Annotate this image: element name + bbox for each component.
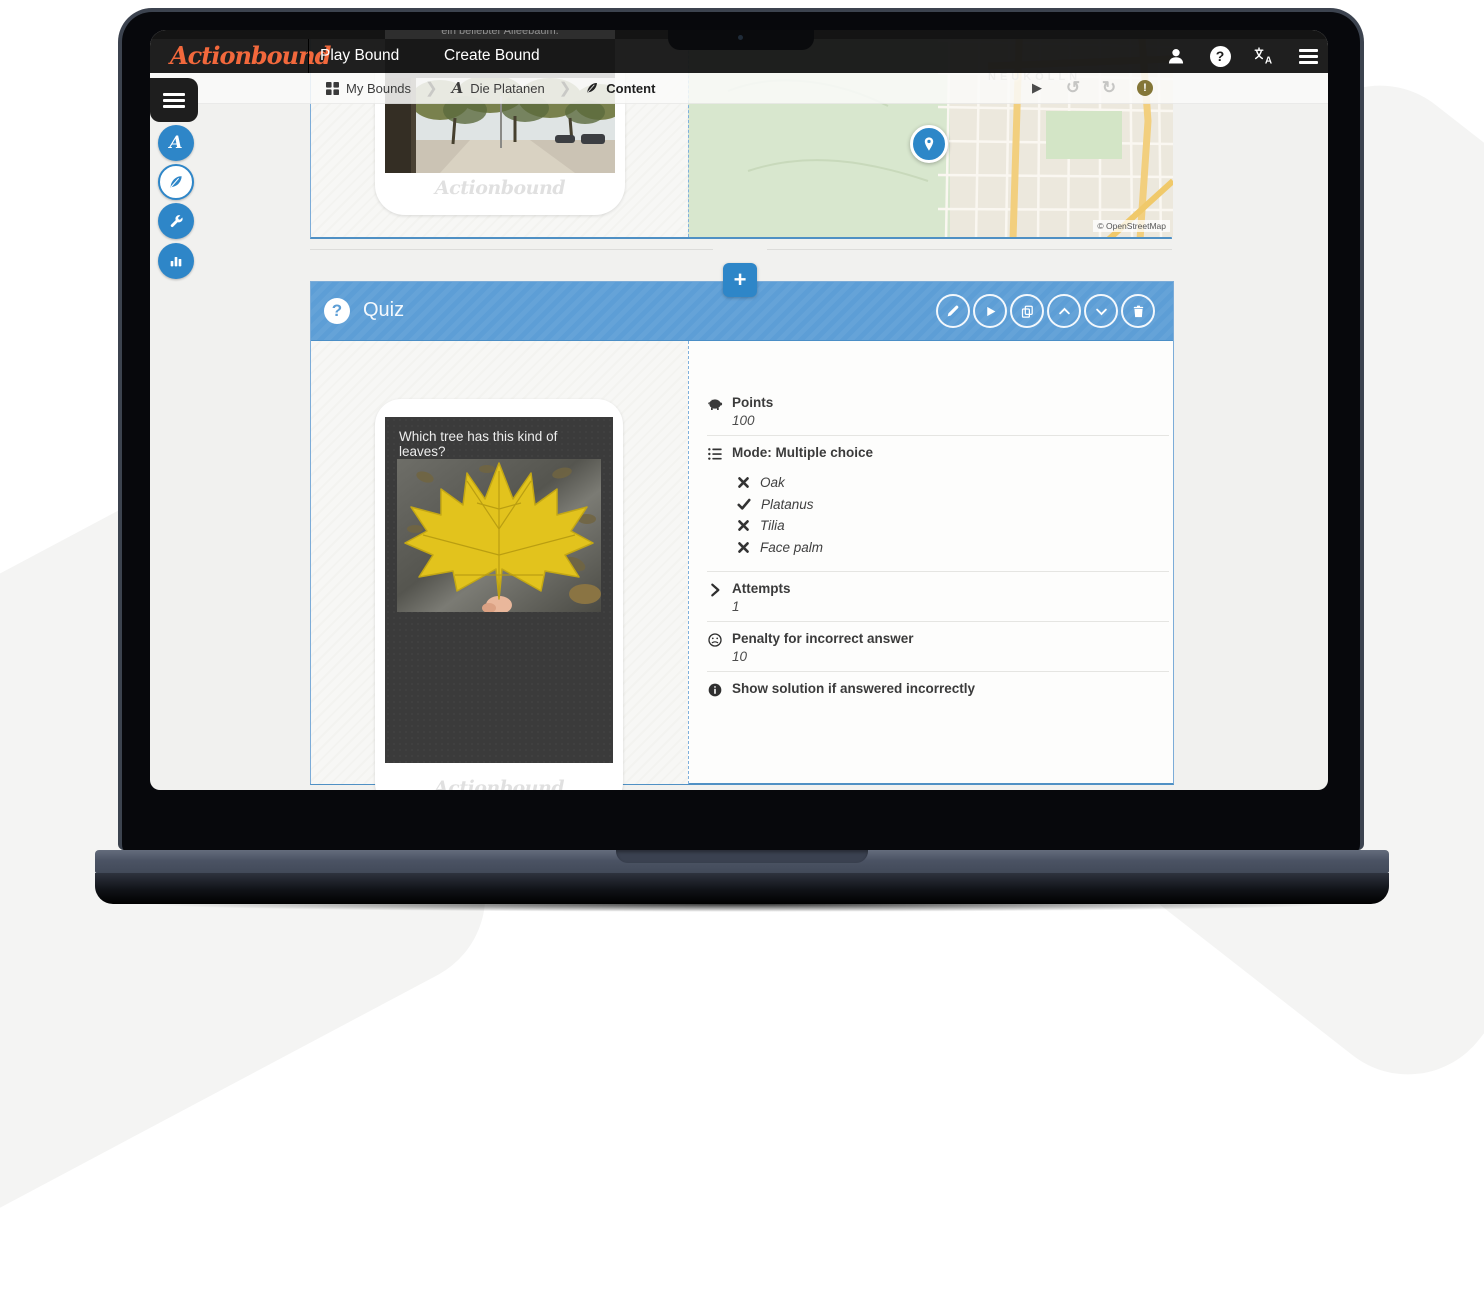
quiz-type-icon: ? (324, 298, 350, 324)
feather-icon (168, 174, 184, 190)
nav-create-bound[interactable]: Create Bound (430, 39, 554, 73)
undo-button[interactable]: ↺ (1061, 76, 1085, 100)
edit-button[interactable] (936, 294, 970, 328)
piggy-bank-icon (707, 396, 723, 412)
play-icon (984, 305, 997, 318)
quiz-element-card: ? Quiz (310, 281, 1174, 785)
breadcrumb-separator: ❯ (559, 79, 572, 97)
answer-option: Oak (737, 472, 1169, 494)
info-circle-icon (707, 682, 723, 698)
menu-icon[interactable] (1296, 44, 1320, 68)
sidebar-results-button[interactable] (158, 243, 194, 279)
duplicate-button[interactable] (1010, 294, 1044, 328)
sidebar-content-button[interactable] (158, 164, 194, 200)
chevron-down-icon (1094, 304, 1109, 319)
previous-element-peek: ein beliebter Alleebaum. (385, 30, 615, 39)
move-up-button[interactable] (1047, 294, 1081, 328)
laptop-base (95, 850, 1389, 873)
chevron-right-icon (707, 582, 723, 598)
info-button[interactable]: ! (1133, 76, 1157, 100)
user-icon[interactable] (1164, 44, 1188, 68)
nav-play-bound[interactable]: Play Bound (306, 39, 413, 73)
wrench-icon (168, 213, 184, 229)
menu-icon (163, 93, 185, 108)
help-icon[interactable]: ? (1208, 44, 1232, 68)
actionbound-watermark: Actionbound (375, 177, 625, 199)
map-attribution: © OpenStreetMap (1093, 220, 1170, 232)
penalty-label: Penalty for incorrect answer (732, 631, 1169, 646)
attempts-row: Attempts 1 (707, 572, 1169, 622)
cross-icon (737, 476, 750, 489)
bound-icon: A (169, 133, 182, 153)
webcam-notch (668, 30, 814, 50)
bar-chart-icon (168, 253, 184, 269)
quiz-settings-pane: Points 100 Mode: Multiple choice Oak Pla… (707, 386, 1169, 703)
solution-label: Show solution if answered incorrectly (732, 681, 1169, 696)
quiz-title: Quiz (363, 299, 404, 322)
quiz-question-text: Which tree has this kind of leaves? (399, 429, 599, 459)
points-value: 100 (732, 413, 1169, 428)
quiz-preview-pane: Which tree has this kind of leaves? (311, 341, 688, 784)
mode-label: Mode: Multiple choice (732, 445, 1169, 460)
phone-screen: Which tree has this kind of leaves? (385, 417, 613, 763)
answer-option: Face palm (737, 537, 1169, 559)
bound-icon: A (452, 79, 464, 97)
add-element-button[interactable]: + (723, 263, 757, 297)
webcam-icon (738, 35, 743, 40)
answer-option: Tilia (737, 515, 1169, 537)
redo-button[interactable]: ↻ (1097, 76, 1121, 100)
sidebar-bound-button[interactable]: A (158, 125, 194, 161)
laptop-base-bottom (95, 873, 1389, 904)
check-icon (737, 497, 751, 511)
feather-icon (585, 81, 599, 95)
penalty-value: 10 (732, 649, 1169, 664)
breadcrumb-separator: ❯ (425, 79, 438, 97)
preview-button[interactable] (973, 294, 1007, 328)
mode-row: Mode: Multiple choice Oak Platanus Tilia (707, 436, 1169, 572)
copy-icon (1020, 304, 1035, 319)
app-screen: ein beliebter Alleebaum. Actionbound Pla… (150, 30, 1328, 790)
svg-text:A: A (1265, 56, 1272, 67)
test-play-button[interactable]: ▶ (1025, 76, 1049, 100)
attempts-label: Attempts (732, 581, 1169, 596)
translate-icon[interactable]: A (1252, 44, 1276, 68)
sad-face-icon (707, 632, 723, 648)
divider-line (767, 249, 1172, 250)
points-row: Points 100 (707, 386, 1169, 436)
delete-button[interactable] (1121, 294, 1155, 328)
pane-divider (688, 341, 689, 784)
map-pin-marker[interactable] (910, 125, 948, 163)
list-icon (707, 446, 723, 462)
laptop-thumb-notch (616, 850, 868, 863)
phone-preview: Which tree has this kind of leaves? (375, 399, 623, 790)
attempts-value: 1 (732, 599, 1169, 614)
trash-icon (1131, 304, 1146, 319)
breadcrumb: My Bounds ❯ A Die Platanen ❯ Content ▶ ↺… (150, 73, 1328, 104)
divider-line (310, 249, 713, 250)
leaf-photo (397, 459, 601, 612)
sidebar-toggle-button[interactable] (150, 78, 198, 122)
points-label: Points (732, 395, 1169, 410)
solution-row: Show solution if answered incorrectly (707, 672, 1169, 703)
penalty-row: Penalty for incorrect answer 10 (707, 622, 1169, 672)
answer-option: Platanus (737, 494, 1169, 516)
move-down-button[interactable] (1084, 294, 1118, 328)
breadcrumb-my-bounds[interactable]: My Bounds (326, 81, 411, 96)
actionbound-watermark: Actionbound (375, 777, 623, 790)
breadcrumb-bound-name[interactable]: A Die Platanen (452, 79, 545, 97)
pencil-icon (945, 303, 961, 319)
cross-icon (737, 519, 750, 532)
peek-text: ein beliebter Alleebaum. (385, 30, 615, 37)
cross-icon (737, 541, 750, 554)
sidebar-settings-button[interactable] (158, 203, 194, 239)
chevron-up-icon (1057, 304, 1072, 319)
breadcrumb-content[interactable]: Content (585, 81, 655, 96)
grid-icon (326, 82, 339, 95)
